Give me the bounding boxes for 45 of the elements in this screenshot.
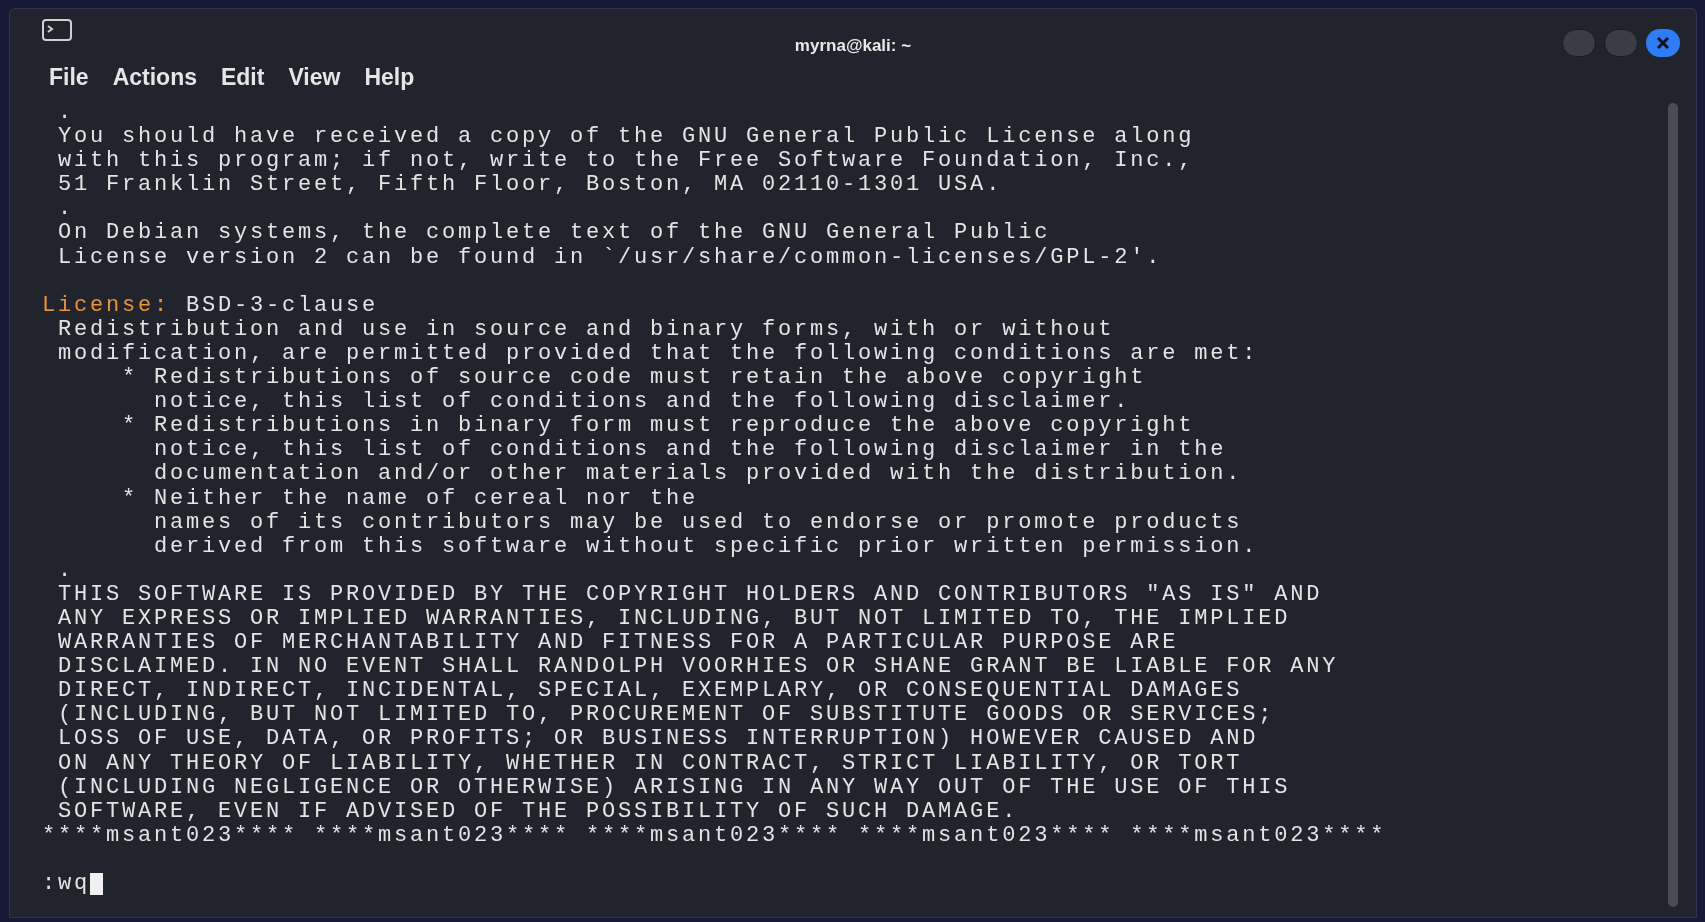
terminal-line: ANY EXPRESS OR IMPLIED WARRANTIES, INCLUDING, BUT NOT LIMITED TO, THE IMPLIED bbox=[57, 606, 1291, 632]
terminal-line: DISCLAIMED. IN NO EVENT SHALL RANDOLPH VOORHIES OR SHANE GRANT BE LIABLE FOR ANY bbox=[57, 655, 1339, 680]
terminal-line: (INCLUDING NEGLIGENCE OR OTHERWISE) ARISING IN ANY WAY OUT OF THE USE OF THIS bbox=[57, 775, 1291, 800]
terminal-line: documentation and/or other materials provided with the distribution. bbox=[153, 462, 1243, 487]
terminal-line: License version 2 can be found in `/usr/share/common-licenses/GPL-2'. bbox=[57, 245, 1163, 270]
menu-item[interactable]: Help bbox=[355, 59, 424, 95]
close-icon bbox=[1656, 36, 1670, 50]
terminal-line: * Redistributions of source code must retain the above copyright bbox=[121, 366, 1147, 391]
terminal-line: On Debian systems, the complete text of the GNU General Public bbox=[57, 221, 1051, 246]
terminal-line: 51 Franklin Street, Fifth Floor, Boston, MA 02110-1301 USA. bbox=[57, 173, 1003, 198]
terminal-line: . bbox=[57, 558, 74, 583]
terminal-line: . bbox=[57, 197, 74, 222]
terminal-icon bbox=[42, 19, 72, 41]
terminal-line: DIRECT, INDIRECT, INCIDENTAL, SPECIAL, EXEMPLARY, OR CONSEQUENTIAL DAMAGES bbox=[57, 679, 1243, 704]
terminal-line: modification, are permitted provided that the following conditions are met: bbox=[57, 341, 1259, 367]
menu-item[interactable]: Actions bbox=[103, 59, 206, 95]
terminal-line: * Neither the name of cereal nor the bbox=[121, 486, 699, 511]
field-value: BSD-3-clause bbox=[185, 293, 379, 318]
terminal-line: You should have received a copy of the GNU General Public License along bbox=[57, 125, 1195, 150]
terminal-line: . bbox=[57, 101, 74, 126]
minimize-button[interactable] bbox=[1562, 29, 1596, 57]
terminal-line: notice, this list of conditions and the following disclaimer. bbox=[153, 390, 1131, 415]
terminal-line: THIS SOFTWARE IS PROVIDED BY THE COPYRIGHT HOLDERS AND CONTRIBUTORS "AS IS" AND bbox=[57, 582, 1323, 607]
terminal-line: ON ANY THEORY OF LIABILITY, WHETHER IN CONTRACT, STRICT LIABILITY, OR TORT bbox=[57, 751, 1243, 776]
terminal-line: with this program; if not, write to the Free Software Foundation, Inc., bbox=[57, 149, 1195, 174]
close-button[interactable] bbox=[1646, 29, 1680, 57]
terminal-line: ****msant023**** ****msant023**** ****msant023**** ****msant023**** ****msant023**** bbox=[42, 823, 1387, 848]
terminal-line: (INCLUDING, BUT NOT LIMITED TO, PROCUREMENT OF SUBSTITUTE GOODS OR SERVICES; bbox=[57, 703, 1275, 728]
field-label: License: bbox=[42, 293, 171, 318]
menu-item[interactable]: File bbox=[40, 59, 98, 95]
text-cursor bbox=[90, 873, 103, 895]
terminal-line: * Redistributions in binary form must reproduce the above copyright bbox=[121, 414, 1195, 439]
window-title: myrna@kali: ~ bbox=[794, 35, 912, 57]
command-line: :wq bbox=[42, 872, 90, 897]
terminal-line: names of its contributors may be used to endorse or promote products bbox=[153, 510, 1243, 535]
maximize-button[interactable] bbox=[1604, 29, 1638, 57]
terminal-line: WARRANTIES OF MERCHANTABILITY AND FITNESS FOR A PARTICULAR PURPOSE ARE bbox=[57, 631, 1179, 656]
scrollbar[interactable] bbox=[1668, 103, 1678, 907]
menu-item[interactable]: Edit bbox=[211, 59, 274, 95]
menu-item[interactable]: View bbox=[279, 59, 350, 95]
terminal-line: Redistribution and use in source and binary forms, with or without bbox=[57, 317, 1115, 342]
terminal-line: LOSS OF USE, DATA, OR PROFITS; OR BUSINESS INTERRUPTION) HOWEVER CAUSED AND bbox=[57, 727, 1259, 752]
terminal-line: notice, this list of conditions and the following disclaimer in the bbox=[153, 438, 1227, 463]
terminal-line: derived from this software without specific prior written permission. bbox=[153, 534, 1259, 559]
terminal-line: SOFTWARE, EVEN IF ADVISED OF THE POSSIBILITY OF SUCH DAMAGE. bbox=[57, 799, 1019, 824]
